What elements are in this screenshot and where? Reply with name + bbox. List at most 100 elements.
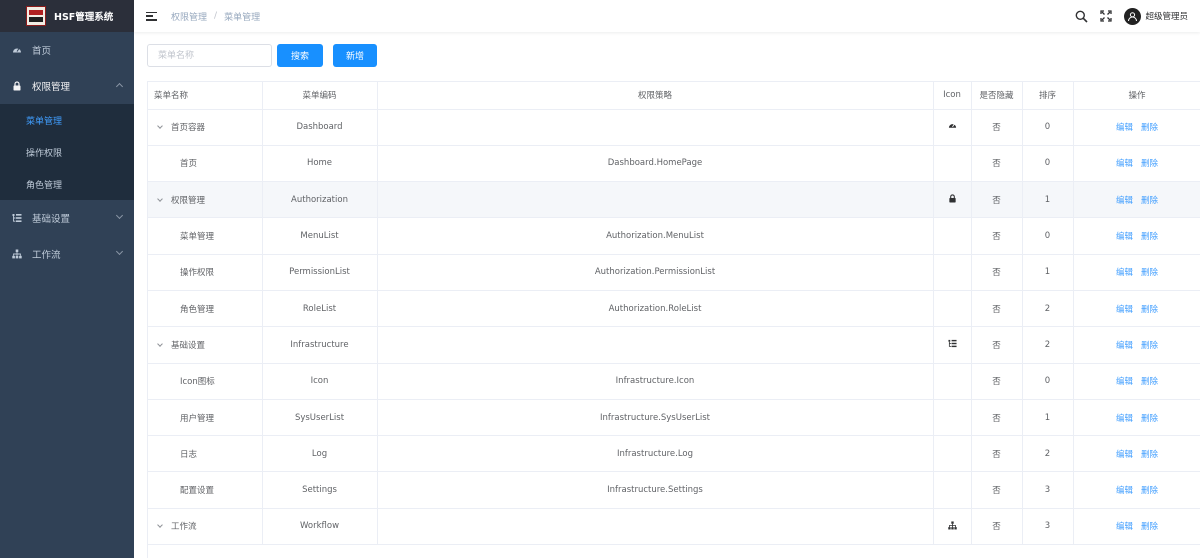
- delete-link[interactable]: 删除: [1141, 414, 1158, 424]
- search-icon[interactable]: [1074, 9, 1088, 23]
- sidebar-subitem-menu-management[interactable]: 菜单管理: [0, 104, 134, 136]
- table-row[interactable]: 用户管理 SysUserList Infrastructure.SysUserLis…: [148, 399, 1200, 437]
- delete-link[interactable]: 删除: [1141, 159, 1158, 169]
- cell-actions: 编辑 删除: [1073, 290, 1200, 328]
- edit-link[interactable]: 编辑: [1116, 305, 1133, 315]
- cell-sort: 2: [1022, 290, 1074, 328]
- cell-menu-name[interactable]: 权限管理: [148, 181, 263, 219]
- edit-link[interactable]: 编辑: [1116, 450, 1133, 460]
- delete-link[interactable]: 删除: [1141, 341, 1158, 351]
- chevron-down-icon[interactable]: [157, 341, 163, 347]
- table-row[interactable]: 配置设置 Settings Infrastructure.Settings 否 3 编辑删…: [148, 471, 1200, 509]
- edit-link[interactable]: 编辑: [1116, 232, 1133, 242]
- breadcrumb-item-current: 菜单管理: [224, 12, 261, 23]
- table-row[interactable]: 首页容器 Dashboard 否 0 编辑 删除: [148, 109, 1200, 146]
- cell-actions: 编辑 删除: [1073, 181, 1200, 219]
- menu-name-text: 配置设置: [180, 486, 215, 497]
- cell-sort: 2: [1022, 435, 1074, 473]
- edit-link[interactable]: 编辑: [1116, 341, 1133, 351]
- edit-link[interactable]: 编辑: [1116, 486, 1133, 496]
- edit-link[interactable]: 编辑: [1116, 159, 1133, 169]
- cell-hidden: 否: [971, 326, 1023, 364]
- breadcrumb-separator: /: [214, 11, 218, 21]
- cell-actions: 编辑 删除: [1073, 145, 1200, 183]
- cell-actions: 编辑 删除: [1073, 435, 1200, 473]
- table-row[interactable]: 操作权限 PermissionList Authorization.Permissi…: [148, 254, 1200, 291]
- table-row[interactable]: 角色管理 RoleList Authorization.RoleList 否 2 编辑 删除: [148, 290, 1200, 328]
- edit-link[interactable]: 编辑: [1116, 522, 1133, 532]
- cell-hidden: 否: [971, 399, 1023, 437]
- cell-menu-name[interactable]: 首页容器: [148, 109, 263, 146]
- cell-menu-name[interactable]: 工作流: [148, 508, 263, 546]
- cell-policy: [377, 181, 934, 219]
- cell-icon: [933, 145, 972, 183]
- fullscreen-icon[interactable]: [1099, 9, 1113, 23]
- table-row[interactable]: Icon图标 Icon Infrastructure.Icon 否 0 编辑 删除: [148, 363, 1200, 400]
- delete-link[interactable]: 删除: [1141, 377, 1158, 387]
- cell-policy: Infrastructure.Icon: [377, 363, 934, 400]
- cell-actions: 编辑 删除: [1073, 326, 1200, 364]
- delete-link[interactable]: 删除: [1141, 196, 1158, 206]
- cell-menu-code: Icon: [262, 363, 378, 400]
- menu-name-search-input[interactable]: [147, 44, 272, 67]
- cell-menu-name[interactable]: 基础设置: [148, 326, 263, 364]
- avatar[interactable]: [1124, 7, 1142, 25]
- cell-hidden: 否: [971, 508, 1023, 546]
- cell-menu-code: RoleList: [262, 290, 378, 328]
- cell-policy: Dashboard.HomePage: [377, 145, 934, 183]
- delete-link[interactable]: 删除: [1141, 305, 1158, 315]
- chevron-down-icon[interactable]: [157, 522, 163, 529]
- sidebar-item-infrastructure[interactable]: 基础设置: [0, 200, 134, 236]
- search-button[interactable]: 搜索: [277, 44, 324, 67]
- delete-link[interactable]: 删除: [1141, 268, 1158, 278]
- sidebar-item-authorization[interactable]: 权限管理: [0, 68, 134, 104]
- cell-menu-code: Dashboard: [262, 109, 378, 146]
- table-row[interactable]: 基础设置 Infrastructure 否 2 编辑 删除: [148, 326, 1200, 364]
- menu-name-text: 日志: [180, 449, 198, 460]
- sidebar-subitem-permissions[interactable]: 操作权限: [0, 136, 134, 168]
- breadcrumb: 权限管理 / 菜单管理: [171, 10, 260, 23]
- cell-actions: 编辑 删除: [1073, 508, 1200, 546]
- lock-icon: [947, 193, 957, 203]
- delete-link[interactable]: 删除: [1141, 522, 1158, 532]
- delete-link[interactable]: 删除: [1141, 232, 1158, 242]
- menu-name-text: 用户管理: [180, 413, 215, 424]
- hamburger-menu-icon[interactable]: [146, 11, 157, 21]
- cell-menu-name: Icon图标: [148, 363, 263, 400]
- sidebar-subitem-roles[interactable]: 角色管理: [0, 168, 134, 200]
- delete-link[interactable]: 删除: [1141, 123, 1158, 133]
- app-title: HSF管理系统: [54, 12, 114, 23]
- column-header-code: 菜单编码: [262, 82, 378, 110]
- cell-menu-name: 首页: [148, 145, 263, 183]
- sidebar-item-home[interactable]: 首页: [0, 32, 134, 68]
- table-body: 首页容器 Dashboard 否 0 编辑 删除 首页 Home Dashboard.HomeP…: [148, 109, 1200, 546]
- table-row[interactable]: 首页 Home Dashboard.HomePage 否 0 编辑 删除: [148, 145, 1200, 183]
- edit-link[interactable]: 编辑: [1116, 377, 1133, 387]
- cell-icon: [933, 181, 972, 219]
- cell-icon: [933, 109, 972, 146]
- cell-sort: 0: [1022, 145, 1074, 183]
- edit-link[interactable]: 编辑: [1116, 196, 1133, 206]
- edit-link[interactable]: 编辑: [1116, 123, 1133, 133]
- cell-menu-code: Home: [262, 145, 378, 183]
- chevron-down-icon[interactable]: [157, 123, 163, 129]
- add-button[interactable]: 新增: [333, 44, 378, 67]
- edit-link[interactable]: 编辑: [1116, 268, 1133, 278]
- delete-link[interactable]: 删除: [1141, 486, 1158, 496]
- cell-menu-code: Workflow: [262, 508, 378, 546]
- chevron-down-icon[interactable]: [157, 195, 163, 202]
- cell-menu-code: MenuList: [262, 217, 378, 255]
- breadcrumb-item[interactable]: 权限管理: [171, 10, 207, 23]
- username[interactable]: 超级管理员: [1145, 10, 1188, 22]
- cell-sort: 3: [1022, 508, 1074, 546]
- chevron-down-icon: [115, 211, 124, 220]
- table-row[interactable]: 工作流 Workflow 否 3 编辑 删除: [148, 508, 1200, 546]
- table-row[interactable]: 权限管理 Authorization 否 1 编辑 删除: [148, 181, 1200, 219]
- cell-actions: 编辑 删除: [1073, 109, 1200, 146]
- table-row[interactable]: 日志 Log Infrastructure.Log 否 2 编辑 删除: [148, 435, 1200, 473]
- edit-link[interactable]: 编辑: [1116, 414, 1133, 424]
- table-row[interactable]: 菜单管理 MenuList Authorization.MenuList 否 0 编辑 删除: [148, 217, 1200, 255]
- sidebar-item-workflow[interactable]: 工作流: [0, 236, 134, 272]
- cell-hidden: 否: [971, 254, 1023, 291]
- delete-link[interactable]: 删除: [1141, 450, 1158, 460]
